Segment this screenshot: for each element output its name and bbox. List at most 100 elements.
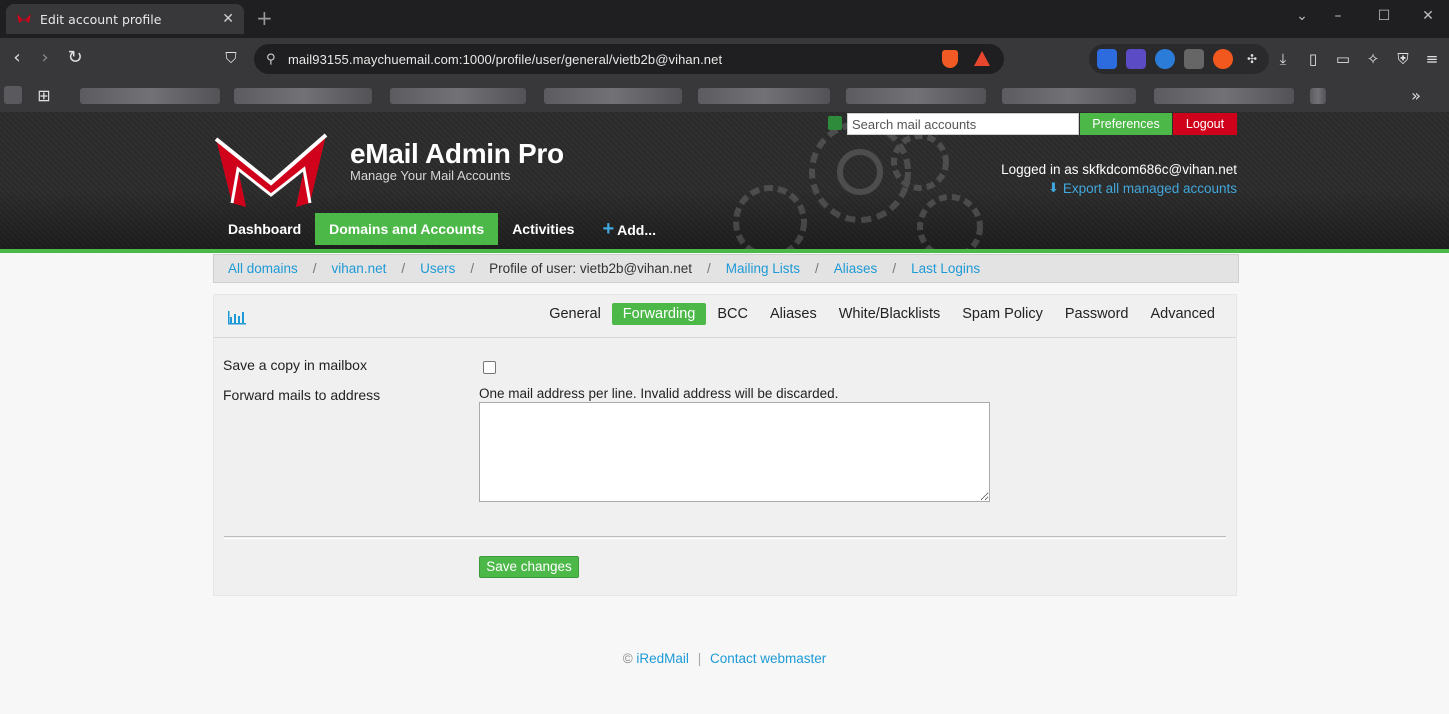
minimize-icon[interactable]: – (1328, 8, 1348, 24)
contact-webmaster-link[interactable]: Contact webmaster (710, 651, 826, 666)
form-divider (224, 536, 1226, 539)
breadcrumb-domain[interactable]: vihan.net (332, 261, 387, 276)
tab-close-icon[interactable]: ✕ (222, 11, 234, 27)
bookmark-item[interactable] (1154, 88, 1294, 104)
brave-rewards-icon[interactable] (974, 51, 990, 66)
breadcrumb-current-user: Profile of user: vietb2b@vihan.net (489, 261, 692, 276)
camera-extension-icon[interactable] (1184, 49, 1204, 69)
breadcrumb-separator: / (892, 261, 897, 276)
iredmail-link[interactable]: iRedMail (636, 651, 689, 666)
bookmark-item[interactable] (846, 88, 986, 104)
brave-shields-icon[interactable] (942, 50, 958, 68)
breadcrumb-last-logins[interactable]: Last Logins (911, 261, 980, 276)
breadcrumb-mailing-lists[interactable]: Mailing Lists (726, 261, 800, 276)
tab-search-icon[interactable]: ⌄ (1292, 8, 1312, 24)
address-bar[interactable]: ⚲ mail93155.maychuemail.com:1000/profile… (254, 44, 1004, 74)
wallet-icon[interactable]: ▭ (1332, 48, 1354, 70)
downloads-icon[interactable]: ⤓ (1272, 48, 1294, 70)
extension-5-icon[interactable] (1213, 49, 1233, 69)
breadcrumb-aliases[interactable]: Aliases (834, 261, 878, 276)
logout-button[interactable]: Logout (1173, 113, 1237, 135)
tab-password[interactable]: Password (1054, 303, 1140, 325)
save-changes-button[interactable]: Save changes (479, 556, 579, 578)
window-close-icon[interactable]: ✕ (1418, 8, 1438, 24)
reload-icon[interactable]: ↻ (64, 47, 86, 69)
main-navigation: Dashboard Domains and Accounts Activitie… (214, 213, 670, 245)
menu-icon[interactable]: ≡ (1421, 48, 1443, 70)
forward-icon[interactable]: › (34, 47, 56, 69)
vpn-shield-icon[interactable]: ⛨ (1392, 48, 1414, 70)
extension-1-icon[interactable] (1097, 49, 1117, 69)
bookmark-item[interactable] (1310, 88, 1326, 104)
nav-add-label[interactable]: Add... (617, 222, 656, 238)
export-accounts-link[interactable]: ⬇ Export all managed accounts (1048, 180, 1237, 196)
save-copy-checkbox[interactable] (483, 361, 496, 374)
breadcrumb-separator: / (401, 261, 406, 276)
site-info-icon[interactable]: ⚲ (266, 52, 288, 67)
breadcrumb-separator: / (312, 261, 317, 276)
breadcrumb: All domains / vihan.net / Users / Profil… (213, 254, 1239, 283)
bookmark-item[interactable] (234, 88, 372, 104)
bookmark-folder-icon[interactable] (4, 86, 22, 104)
browser-tabbar: Edit account profile ✕ + ⌄ – ☐ ✕ (0, 0, 1449, 38)
bookmark-item[interactable] (1002, 88, 1136, 104)
extensions-puzzle-icon[interactable]: ✣ (1242, 49, 1262, 69)
browser-toolbar: ‹ › ↻ ⛉ ⚲ mail93155.maychuemail.com:1000… (0, 38, 1449, 80)
header-accent-line (0, 249, 1449, 253)
forward-addresses-textarea[interactable] (479, 402, 990, 502)
back-icon[interactable]: ‹ (6, 47, 28, 69)
logged-in-status: Logged in as skfkdcom686c@vihan.net (1001, 162, 1237, 177)
nav-activities[interactable]: Activities (498, 213, 588, 245)
save-copy-label: Save a copy in mailbox (223, 357, 367, 373)
apps-grid-icon[interactable]: ⊞ (33, 85, 55, 107)
sidebar-icon[interactable]: ▯ (1302, 48, 1324, 70)
nav-add[interactable]: + Add... (588, 213, 670, 245)
browser-tab-active[interactable]: Edit account profile ✕ (6, 4, 244, 34)
leo-ai-icon[interactable]: ✧ (1362, 48, 1384, 70)
iredmail-favicon-icon (17, 14, 31, 23)
breadcrumb-separator: / (706, 261, 711, 276)
profile-tabs-row: General Forwarding BCC Aliases White/Bla… (214, 295, 1236, 338)
new-tab-button[interactable]: + (256, 8, 273, 28)
profile-subtabs: General Forwarding BCC Aliases White/Bla… (538, 303, 1226, 325)
tab-general[interactable]: General (538, 303, 612, 325)
search-accounts-input[interactable] (847, 113, 1079, 135)
tab-aliases[interactable]: Aliases (759, 303, 828, 325)
app-brand-title: eMail Admin Pro (350, 138, 564, 169)
bookmarks-bar: ⊞ » (0, 80, 1449, 112)
tab-forwarding[interactable]: Forwarding (611, 303, 707, 325)
breadcrumb-users[interactable]: Users (420, 261, 455, 276)
page-footer: © iRedMail | Contact webmaster (0, 651, 1449, 666)
bookmark-item[interactable] (544, 88, 682, 104)
bar-chart-icon[interactable] (228, 309, 246, 325)
nav-dashboard[interactable]: Dashboard (214, 213, 315, 245)
breadcrumb-separator: / (470, 261, 475, 276)
bookmark-icon[interactable]: ⛉ (220, 47, 242, 69)
extension-2-icon[interactable] (1126, 49, 1146, 69)
breadcrumb-all-domains[interactable]: All domains (228, 261, 298, 276)
maximize-icon[interactable]: ☐ (1374, 8, 1394, 24)
url-text[interactable]: mail93155.maychuemail.com:1000/profile/u… (288, 52, 722, 67)
forward-hint: One mail address per line. Invalid addre… (479, 386, 839, 401)
tab-advanced[interactable]: Advanced (1140, 303, 1227, 325)
footer-separator: | (697, 651, 702, 666)
app-tagline: Manage Your Mail Accounts (350, 168, 511, 183)
export-accounts-label[interactable]: Export all managed accounts (1063, 181, 1237, 196)
bookmark-item[interactable] (698, 88, 830, 104)
bookmark-item[interactable] (80, 88, 220, 104)
email-admin-pro-logo-icon (214, 133, 328, 207)
copyright-symbol: © (622, 651, 633, 666)
tab-white-blacklists[interactable]: White/Blacklists (828, 303, 952, 325)
forward-to-label: Forward mails to address (223, 387, 381, 403)
download-icon: ⬇ (1047, 180, 1059, 195)
tab-bcc[interactable]: BCC (706, 303, 759, 325)
more-bookmarks-icon[interactable]: » (1405, 85, 1427, 107)
search-icon (828, 116, 842, 130)
bookmark-item[interactable] (390, 88, 526, 104)
preferences-button[interactable]: Preferences (1080, 113, 1172, 135)
plus-icon: + (602, 218, 615, 240)
extensions-group: ✣ (1089, 44, 1269, 74)
tab-spam-policy[interactable]: Spam Policy (951, 303, 1054, 325)
nav-domains-and-accounts[interactable]: Domains and Accounts (315, 213, 499, 245)
extension-3-icon[interactable] (1155, 49, 1175, 69)
